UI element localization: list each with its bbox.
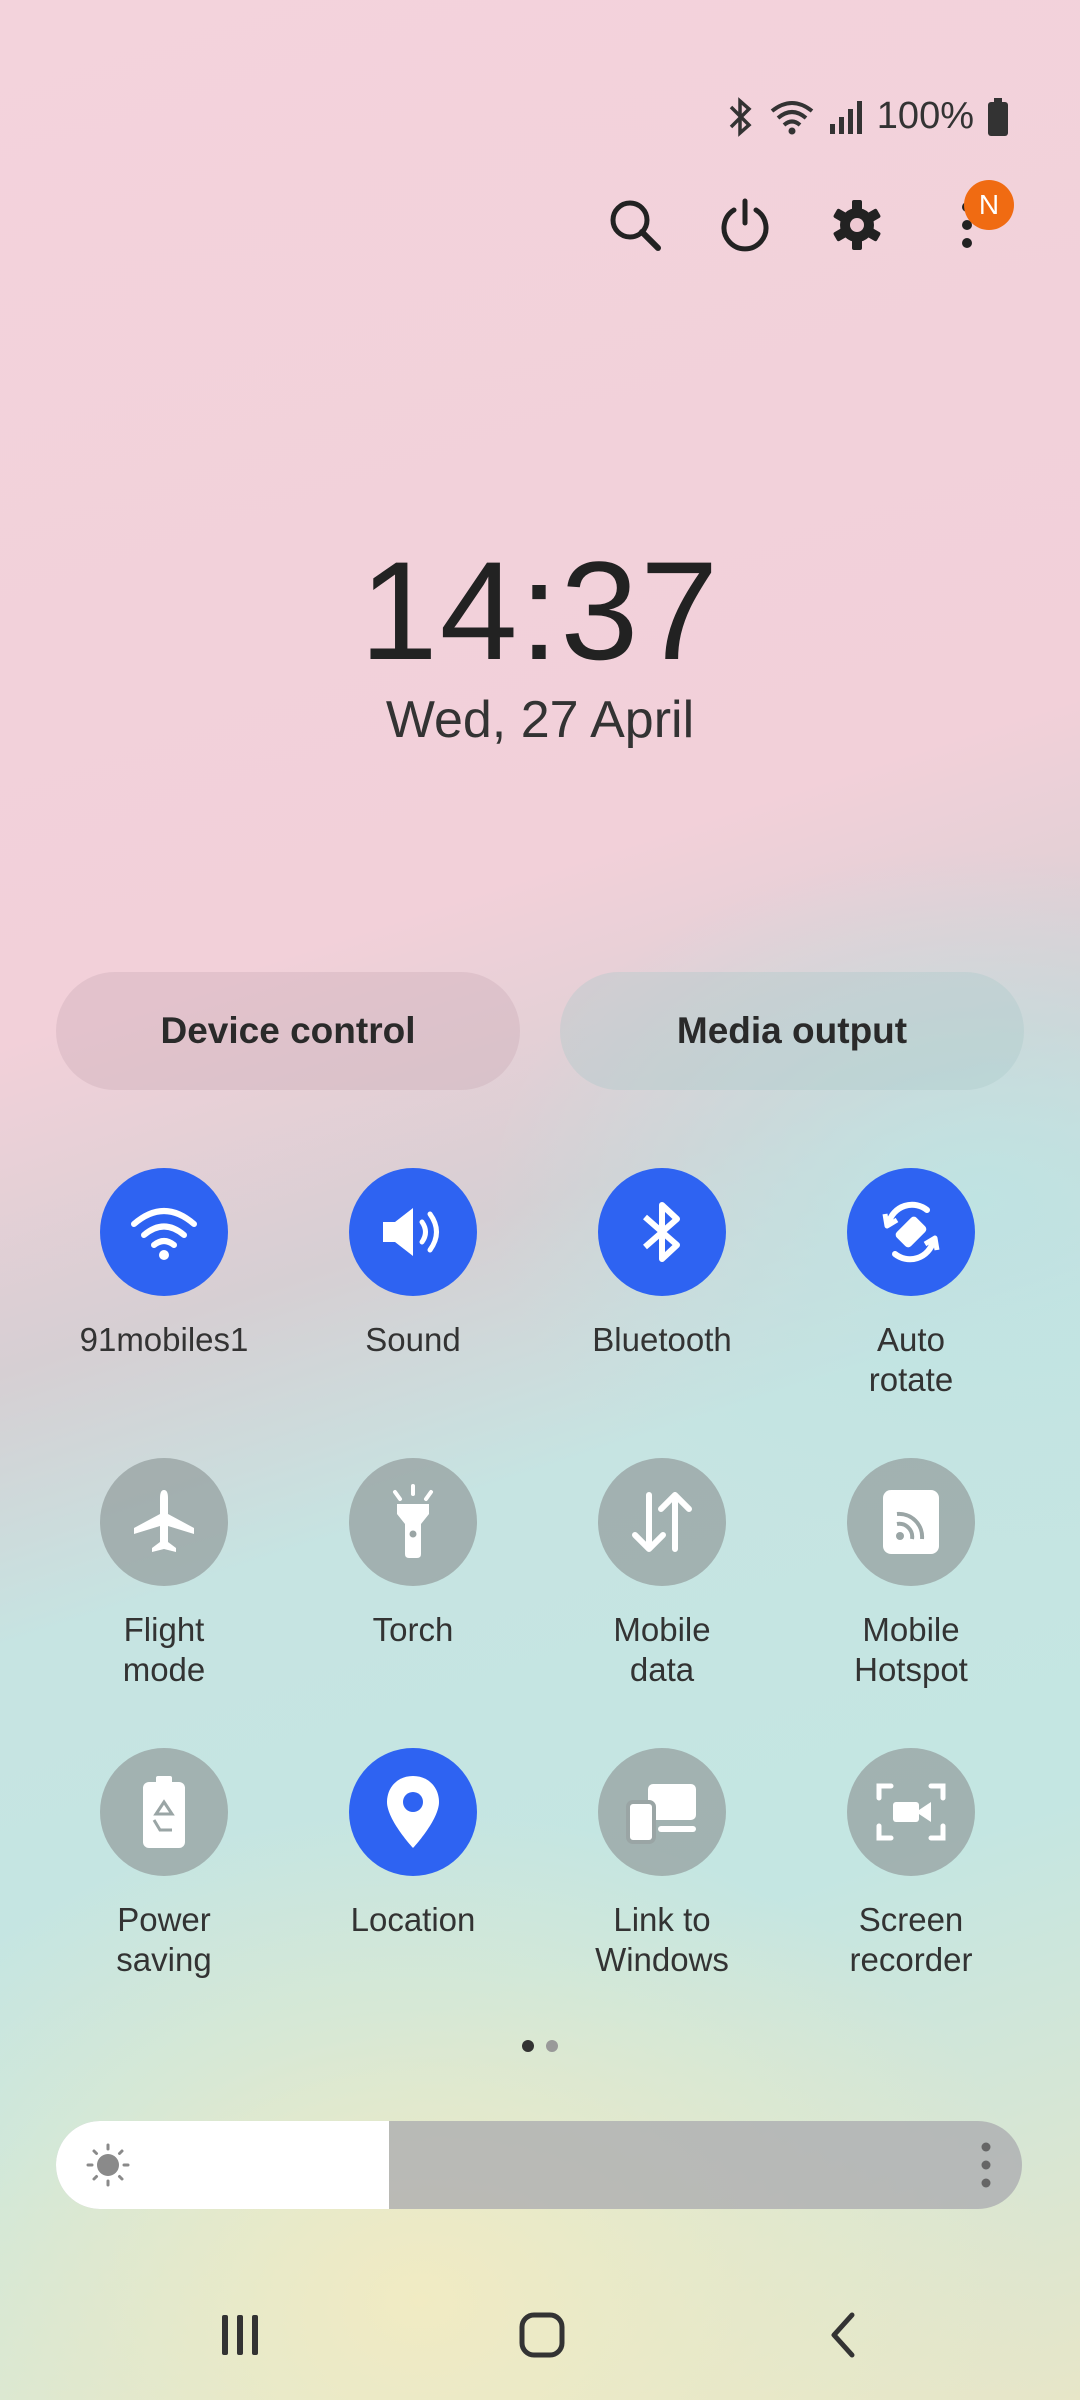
mobile-data-icon[interactable] bbox=[598, 1458, 726, 1586]
signal-icon bbox=[829, 100, 863, 134]
back-icon[interactable] bbox=[804, 2300, 884, 2370]
bluetooth-icon bbox=[727, 96, 755, 137]
tile-label: Torch bbox=[372, 1611, 454, 1648]
clock-time[interactable]: 14:37 bbox=[0, 530, 1080, 692]
brightness-slider[interactable] bbox=[56, 2121, 1022, 2209]
power-icon[interactable] bbox=[710, 190, 780, 260]
clock-date[interactable]: Wed, 27 April bbox=[0, 690, 1080, 750]
location-icon[interactable] bbox=[349, 1748, 477, 1876]
auto-rotate-icon[interactable] bbox=[847, 1168, 975, 1296]
tile-auto-rotate[interactable]: Auto rotate bbox=[787, 1168, 1035, 1448]
wifi-icon[interactable] bbox=[100, 1168, 228, 1296]
tile-label: Power saving bbox=[116, 1901, 212, 1978]
link-to-windows-icon[interactable] bbox=[598, 1748, 726, 1876]
tile-wifi[interactable]: 91mobiles1 bbox=[40, 1168, 288, 1448]
tile-label: 91mobiles1 bbox=[79, 1321, 249, 1358]
tile-torch[interactable]: Torch bbox=[289, 1458, 537, 1738]
tile-sound[interactable]: Sound bbox=[289, 1168, 537, 1448]
media-output-button[interactable]: Media output bbox=[560, 972, 1024, 1090]
notification-badge: N bbox=[964, 180, 1014, 230]
tile-label: Mobile data bbox=[613, 1611, 711, 1688]
airplane-icon[interactable] bbox=[100, 1458, 228, 1586]
speaker-icon[interactable] bbox=[349, 1168, 477, 1296]
tile-label: Location bbox=[350, 1901, 476, 1938]
screen-recorder-icon[interactable] bbox=[847, 1748, 975, 1876]
tile-label: Flight mode bbox=[122, 1611, 206, 1688]
tile-label: Mobile Hotspot bbox=[854, 1611, 968, 1688]
device-control-button[interactable]: Device control bbox=[56, 972, 520, 1090]
tile-mobile-hotspot[interactable]: Mobile Hotspot bbox=[787, 1458, 1035, 1738]
tile-label: Link to Windows bbox=[595, 1901, 729, 1978]
tile-link-to-windows[interactable]: Link to Windows bbox=[538, 1748, 786, 2028]
tile-flight-mode[interactable]: Flight mode bbox=[40, 1458, 288, 1738]
brightness-more-icon[interactable] bbox=[980, 2139, 992, 2191]
wifi-icon bbox=[769, 97, 815, 137]
recents-icon[interactable] bbox=[200, 2300, 280, 2370]
home-icon[interactable] bbox=[502, 2300, 582, 2370]
tile-screen-recorder[interactable]: Screen recorder bbox=[787, 1748, 1035, 2028]
torch-icon[interactable] bbox=[349, 1458, 477, 1586]
status-bar: 100% bbox=[727, 95, 1008, 138]
battery-text: 100% bbox=[876, 95, 974, 137]
battery-saver-icon[interactable] bbox=[100, 1748, 228, 1876]
tile-bluetooth[interactable]: Bluetooth bbox=[538, 1168, 786, 1448]
quick-panel-actions bbox=[600, 190, 1020, 260]
bluetooth-icon[interactable] bbox=[598, 1168, 726, 1296]
page-dot-active bbox=[522, 2040, 534, 2052]
battery-icon bbox=[988, 97, 1008, 136]
hotspot-icon[interactable] bbox=[847, 1458, 975, 1586]
search-icon[interactable] bbox=[600, 190, 670, 260]
tile-mobile-data[interactable]: Mobile data bbox=[538, 1458, 786, 1738]
tile-location[interactable]: Location bbox=[289, 1748, 537, 2028]
brightness-icon bbox=[86, 2143, 130, 2187]
tile-label: Auto rotate bbox=[868, 1321, 954, 1398]
tile-label: Screen recorder bbox=[849, 1901, 973, 1978]
page-dot bbox=[546, 2040, 558, 2052]
tile-label: Sound bbox=[365, 1321, 461, 1358]
gear-icon[interactable] bbox=[822, 190, 892, 260]
tile-power-saving[interactable]: Power saving bbox=[40, 1748, 288, 2028]
tile-label: Bluetooth bbox=[592, 1321, 732, 1358]
